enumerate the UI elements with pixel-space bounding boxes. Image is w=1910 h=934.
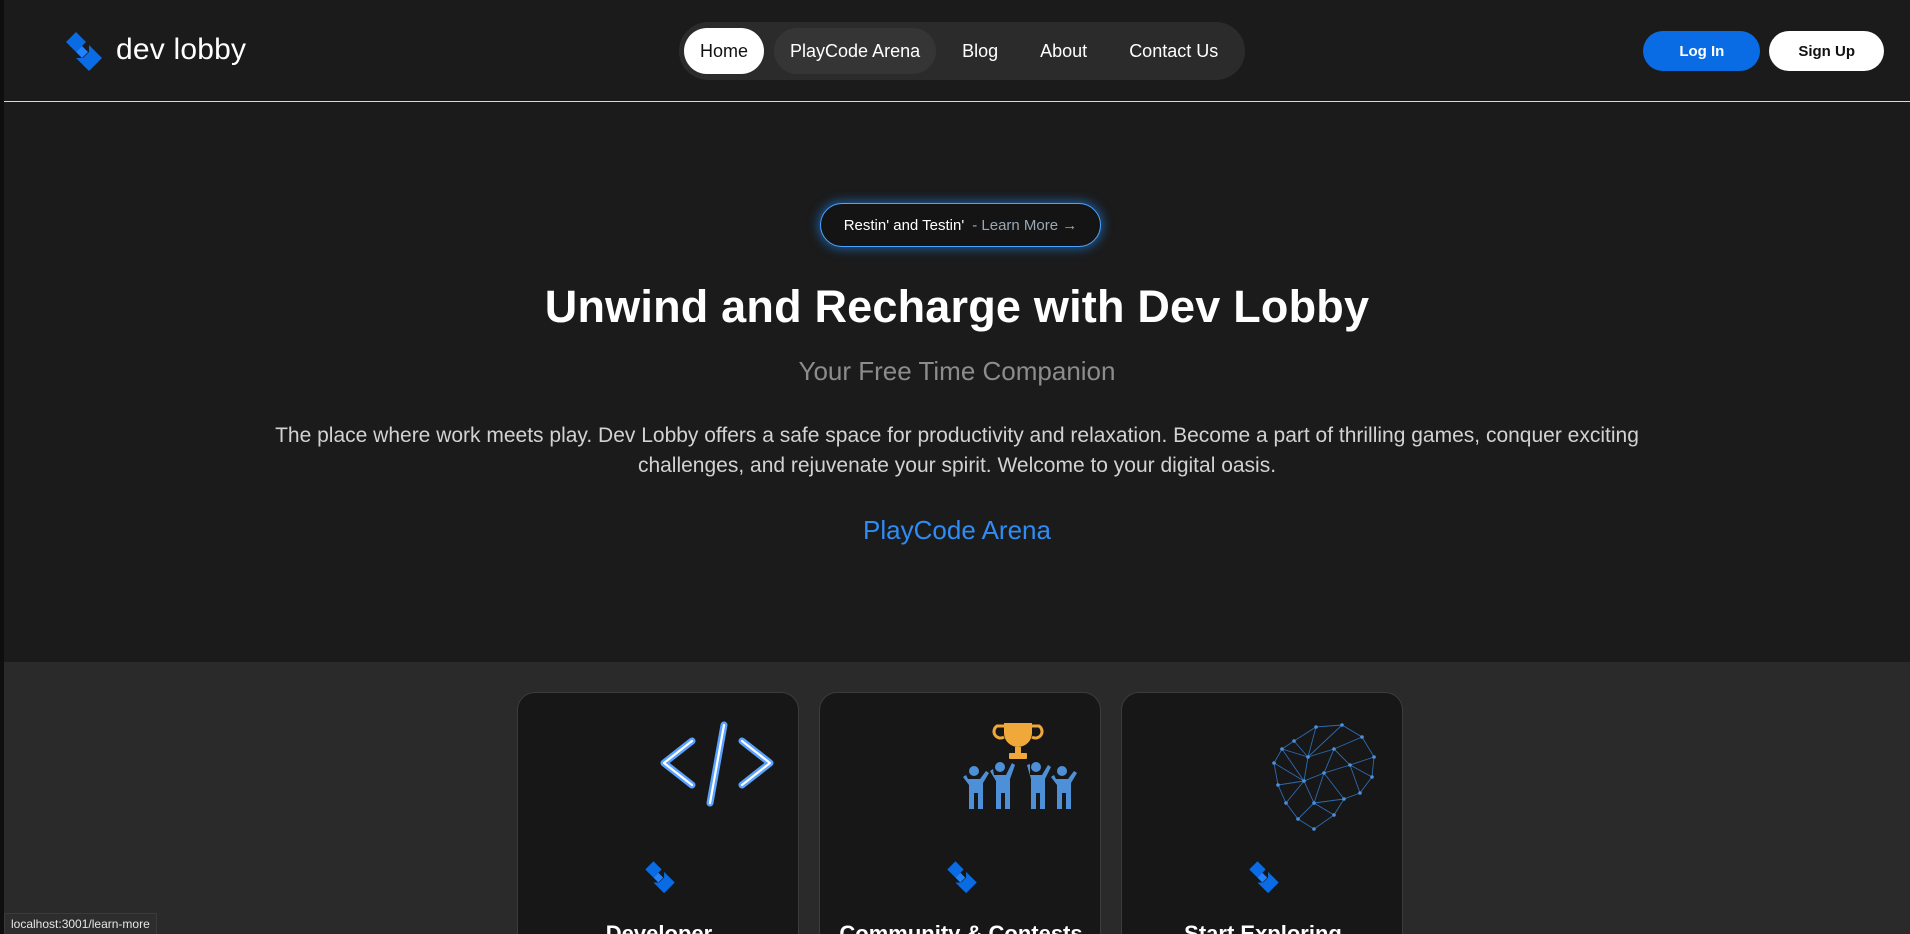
- features-section: Developer Community & Contests Start Exp…: [4, 662, 1910, 934]
- code-brackets-icon: [660, 721, 774, 807]
- main-nav: Home PlayCode Arena Blog About Contact U…: [679, 22, 1245, 80]
- nav-contact-us[interactable]: Contact Us: [1113, 28, 1234, 74]
- logo[interactable]: dev lobby: [62, 28, 246, 72]
- card-title: Developer: [605, 921, 713, 934]
- nav-home[interactable]: Home: [684, 28, 765, 74]
- hero-description: The place where work meets play. Dev Lob…: [275, 424, 1639, 477]
- learn-more-link[interactable]: - Learn More →: [972, 217, 1077, 234]
- login-button[interactable]: Log In: [1643, 31, 1761, 71]
- announcement-pill[interactable]: Restin' and Testin' - Learn More →: [820, 203, 1101, 247]
- announcement-text: Restin' and Testin': [843, 216, 965, 234]
- logo-text: dev lobby: [116, 33, 247, 66]
- card-title: Start Exploring: [1184, 921, 1342, 934]
- dev-lobby-mini-logo-icon: [645, 861, 675, 894]
- signup-button[interactable]: Sign Up: [1769, 31, 1884, 71]
- hero-title: Unwind and Recharge with Dev Lobby: [544, 281, 1370, 332]
- dev-lobby-mini-logo-icon: [947, 861, 977, 894]
- hero-subtitle: Your Free Time Companion: [798, 356, 1116, 386]
- hero-section: Restin' and Testin' - Learn More → Unwin…: [4, 103, 1910, 662]
- card-title: Community & Contests: [839, 921, 1083, 934]
- wireframe-head-icon: [1272, 723, 1376, 831]
- nav-blog[interactable]: Blog: [946, 28, 1014, 74]
- nav-about[interactable]: About: [1024, 28, 1103, 74]
- dev-lobby-mini-logo-icon: [1249, 861, 1279, 894]
- feature-card-explore[interactable]: Start Exploring: [1121, 692, 1403, 934]
- nav-playcode-arena[interactable]: PlayCode Arena: [774, 28, 937, 74]
- dev-lobby-logo-icon: [66, 32, 102, 71]
- site-header: dev lobby Home PlayCode Arena Blog About…: [4, 0, 1910, 102]
- playcode-arena-link[interactable]: PlayCode Arena: [4, 515, 1910, 546]
- auth-buttons: Log In Sign Up: [1643, 31, 1884, 71]
- browser-status-url: localhost:3001/learn-more: [4, 913, 157, 934]
- trophy-team-icon: [963, 723, 1077, 809]
- feature-card-community[interactable]: Community & Contests: [819, 692, 1101, 934]
- feature-card-developer[interactable]: Developer: [517, 692, 799, 934]
